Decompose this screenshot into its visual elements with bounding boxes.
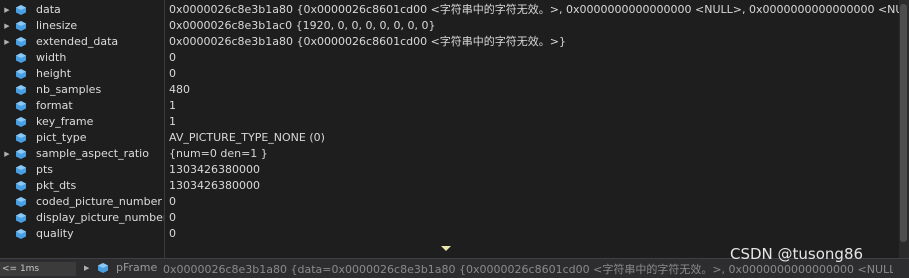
field-icon [16, 5, 26, 15]
field-name: width [36, 51, 67, 64]
field-value[interactable]: {num=0 den=1 } [169, 146, 899, 162]
pframe-value: 0x0000026c8e3b1a80 {data=0x0000026c8e3b1… [163, 263, 893, 276]
watch-row[interactable]: key_frame 1 [0, 114, 900, 130]
watch-row[interactable]: ▶ sample_aspect_ratio {num=0 den=1 } [0, 146, 900, 162]
field-name: coded_picture_number [36, 195, 162, 208]
watch-row[interactable]: nb_samples 480 [0, 82, 900, 98]
field-icon [16, 85, 26, 95]
object-icon [98, 263, 108, 273]
elapsed-time-hint: <= 1ms [0, 262, 76, 276]
field-value[interactable]: 0 [169, 66, 899, 82]
field-icon [16, 213, 26, 223]
field-name: extended_data [36, 35, 119, 48]
field-icon [16, 181, 26, 191]
field-icon [16, 53, 26, 63]
field-value[interactable]: 0 [169, 226, 899, 242]
field-name: quality [36, 227, 74, 240]
field-icon [16, 197, 26, 207]
field-value[interactable]: 0x0000026c8e3b1a80 {0x0000026c8601cd00 <… [169, 2, 899, 18]
watch-row[interactable]: quality 0 [0, 226, 900, 242]
expand-arrow-icon[interactable]: ▶ [3, 146, 11, 162]
watch-row[interactable]: pict_type AV_PICTURE_TYPE_NONE (0) [0, 130, 900, 146]
field-icon [16, 133, 26, 143]
watch-row[interactable]: width 0 [0, 50, 900, 66]
field-value[interactable]: 0x0000026c8e3b1a80 {0x0000026c8601cd00 <… [169, 34, 899, 50]
watch-row[interactable]: coded_picture_number 0 [0, 194, 900, 210]
watch-row[interactable]: display_picture_number 0 [0, 210, 900, 226]
watch-row[interactable]: ▶ linesize 0x0000026c8e3b1ac0 {1920, 0, 0,… [0, 18, 900, 34]
field-icon [16, 69, 26, 79]
field-value[interactable]: 0 [169, 210, 899, 226]
watch-row[interactable]: ▶ extended_data 0x0000026c8e3b1a80 {0x0000… [0, 34, 900, 50]
expand-arrow-icon[interactable]: ▶ [3, 2, 11, 18]
field-value[interactable]: AV_PICTURE_TYPE_NONE (0) [169, 130, 899, 146]
field-name: display_picture_number [36, 211, 164, 224]
field-name: height [36, 67, 72, 80]
expand-arrow-icon[interactable]: ▶ [84, 264, 89, 272]
field-name: nb_samples [36, 83, 102, 96]
field-icon [16, 229, 26, 239]
field-icon [16, 117, 26, 127]
expand-arrow-icon[interactable]: ▶ [3, 34, 11, 50]
expand-arrow-icon[interactable]: ▶ [3, 18, 11, 34]
more-items-arrow-icon[interactable] [441, 246, 451, 251]
field-name: sample_aspect_ratio [36, 147, 149, 160]
field-name: key_frame [36, 115, 94, 128]
scrollbar-thumb[interactable] [900, 4, 907, 242]
field-value[interactable]: 0 [169, 50, 899, 66]
field-name: pict_type [36, 131, 87, 144]
watch-panel: ▶ data 0x0000026c8e3b1a80 {0x0000026c8601c… [0, 0, 909, 258]
watch-row[interactable]: pkt_dts 1303426380000 [0, 178, 900, 194]
field-name: linesize [36, 19, 78, 32]
field-icon [16, 149, 26, 159]
watch-row[interactable]: ▶ data 0x0000026c8e3b1a80 {0x0000026c8601c… [0, 2, 900, 18]
field-icon [16, 37, 26, 47]
field-name: format [36, 99, 73, 112]
pframe-name: pFrame [116, 261, 158, 274]
watermark: CSDN @tusong86 [730, 245, 864, 263]
watch-row[interactable]: format 1 [0, 98, 900, 114]
field-icon [16, 101, 26, 111]
field-icon [16, 21, 26, 31]
field-value[interactable]: 1 [169, 114, 899, 130]
field-name: pts [36, 163, 54, 176]
field-value[interactable]: 0x0000026c8e3b1ac0 {1920, 0, 0, 0, 0, 0,… [169, 18, 899, 34]
field-value[interactable]: 1303426380000 [169, 178, 899, 194]
field-icon [16, 165, 26, 175]
field-name: data [36, 3, 61, 16]
field-value[interactable]: 0 [169, 194, 899, 210]
field-value[interactable]: 480 [169, 82, 899, 98]
field-value[interactable]: 1303426380000 [169, 162, 899, 178]
field-value[interactable]: 1 [169, 98, 899, 114]
watch-row[interactable]: pts 1303426380000 [0, 162, 900, 178]
watch-row[interactable]: height 0 [0, 66, 900, 82]
field-name: pkt_dts [36, 179, 77, 192]
